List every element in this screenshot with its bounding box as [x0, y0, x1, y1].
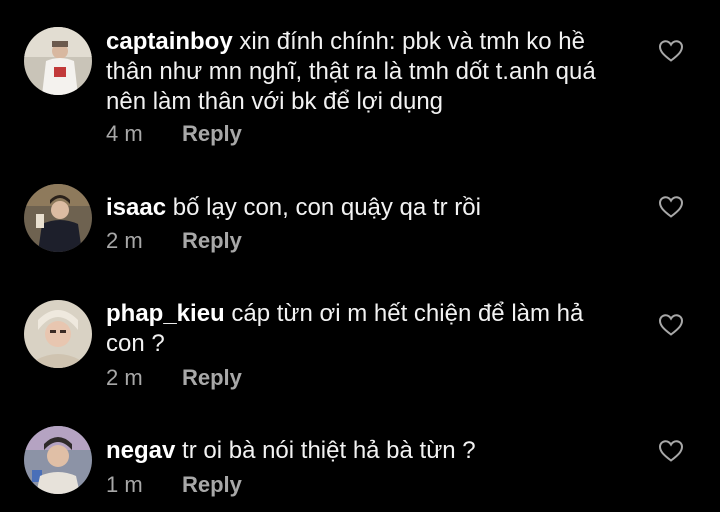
comment-body: isaac bố lạy con, con quậy qa tr rồi	[106, 193, 626, 223]
comment-meta: 2 m Reply	[106, 365, 242, 391]
avatar-image	[24, 426, 92, 494]
comment-timestamp: 2 m	[106, 228, 143, 253]
comment-username[interactable]: negav	[106, 437, 175, 464]
reply-button[interactable]: Reply	[182, 228, 242, 254]
comment-meta: 2 m Reply	[106, 228, 242, 254]
comment-body: negav tr oi bà nói thiệt hả bà từn ?	[106, 436, 626, 466]
comment-text: tr oi bà nói thiệt hả bà từn ?	[182, 437, 476, 464]
comment-username[interactable]: isaac	[106, 194, 166, 221]
avatar[interactable]	[24, 426, 92, 494]
avatar[interactable]	[24, 184, 92, 252]
avatar[interactable]	[24, 27, 92, 95]
avatar[interactable]	[24, 300, 92, 368]
comment-text: bố lạy con, con quậy qa tr rồi	[172, 194, 481, 221]
comment-timestamp: 2 m	[106, 365, 143, 390]
avatar-image	[24, 184, 92, 252]
heart-outline-icon[interactable]	[658, 39, 684, 63]
comment-timestamp: 1 m	[106, 472, 143, 497]
comment-body: phap_kieu cáp từn ơi m hết chiện để làm …	[106, 299, 626, 359]
avatar-image	[24, 27, 92, 95]
heart-outline-icon[interactable]	[658, 313, 684, 337]
heart-outline-icon[interactable]	[658, 195, 684, 219]
reply-button[interactable]: Reply	[182, 365, 242, 391]
comment-meta: 1 m Reply	[106, 472, 242, 498]
reply-button[interactable]: Reply	[182, 472, 242, 498]
comment-username[interactable]: phap_kieu	[106, 300, 225, 327]
comment-meta: 4 m Reply	[106, 121, 242, 147]
avatar-image	[24, 300, 92, 368]
comment-username[interactable]: captainboy	[106, 28, 233, 55]
heart-outline-icon[interactable]	[658, 439, 684, 463]
comments-screen: { "colors": { "background": "#000000", "…	[0, 0, 720, 512]
comment-timestamp: 4 m	[106, 121, 143, 146]
comment-body: captainboy xin đính chính: pbk và tmh ko…	[106, 27, 626, 117]
reply-button[interactable]: Reply	[182, 121, 242, 147]
